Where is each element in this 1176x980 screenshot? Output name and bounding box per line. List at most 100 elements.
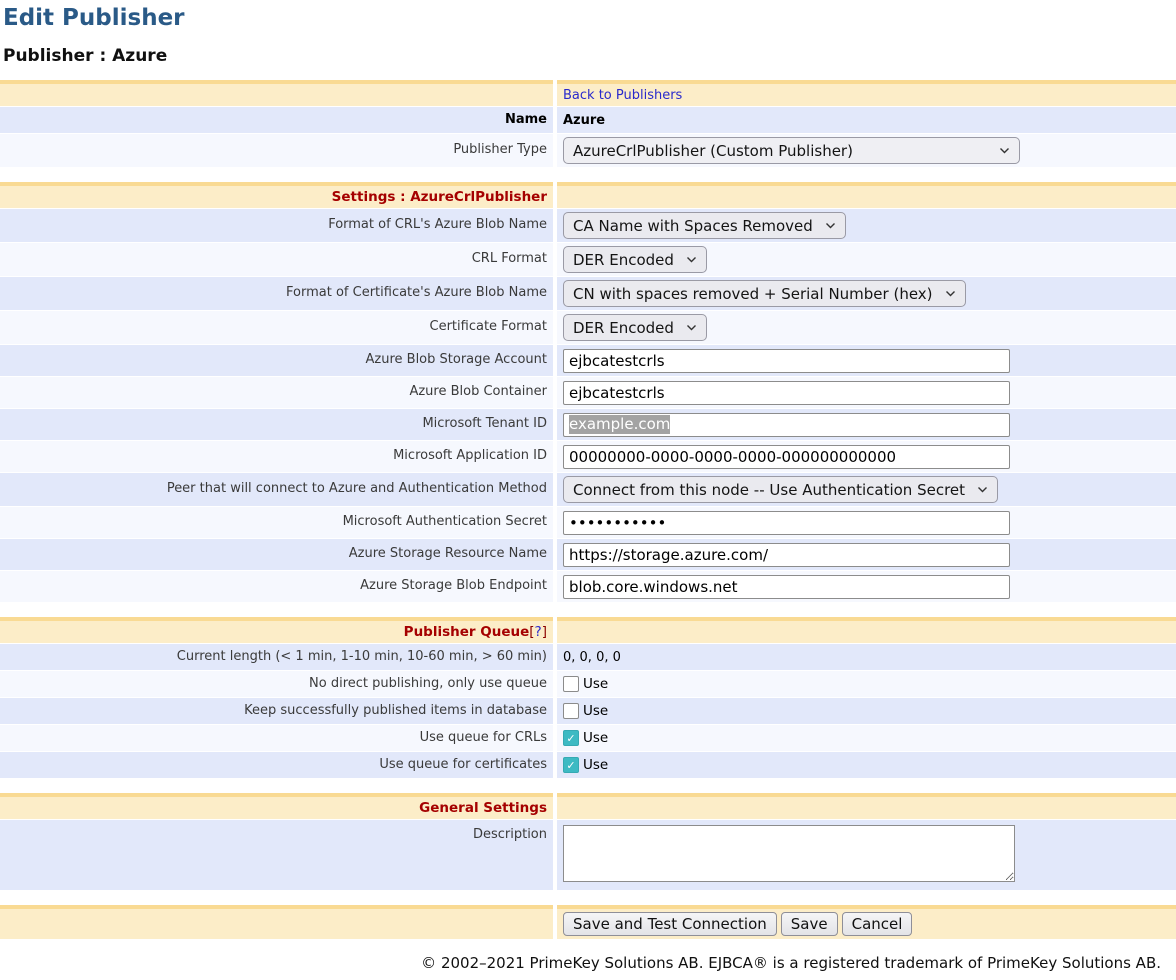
table-row: Format of Certificate's Azure Blob Name …	[0, 277, 1176, 310]
cancel-button[interactable]: Cancel	[842, 912, 913, 936]
crl-blob-format-cell: CA Name with Spaces Removed	[557, 209, 1176, 242]
table-row: Peer that will connect to Azure and Auth…	[0, 473, 1176, 506]
publisher-type-select[interactable]: AzureCrlPublisher (Custom Publisher)	[563, 137, 1020, 164]
table-row: Publisher Queue[?]	[0, 617, 1176, 643]
publisher-type-label: Publisher Type	[0, 134, 553, 167]
table-row: Name Azure	[0, 107, 1176, 133]
queue-certs-cell: ✓ Use	[557, 752, 1176, 778]
resource-name-cell	[557, 539, 1176, 570]
cert-format-label: Certificate Format	[0, 311, 553, 344]
no-direct-publishing-cell: Use	[557, 671, 1176, 697]
selected-option-label: AzureCrlPublisher (Custom Publisher)	[573, 142, 853, 160]
cert-format-cell: DER Encoded	[557, 311, 1176, 344]
crl-format-label: CRL Format	[0, 243, 553, 276]
selected-option-label: CN with spaces removed + Serial Number (…	[573, 285, 933, 303]
table-row: Publisher Type AzureCrlPublisher (Custom…	[0, 134, 1176, 167]
back-to-publishers-link[interactable]: Back to Publishers	[563, 88, 682, 103]
resource-name-label: Azure Storage Resource Name	[0, 539, 553, 570]
peer-method-label: Peer that will connect to Azure and Auth…	[0, 473, 553, 506]
keep-published-cell: Use	[557, 698, 1176, 724]
table-row: Description	[0, 820, 1176, 890]
tenant-id-field[interactable]: example.com	[563, 413, 1010, 437]
blob-container-label: Azure Blob Container	[0, 377, 553, 408]
table-row: Use queue for CRLs ✓ Use	[0, 725, 1176, 751]
selected-option-label: DER Encoded	[573, 319, 674, 337]
queue-certs-checkbox[interactable]: ✓	[563, 757, 579, 773]
cert-blob-format-select[interactable]: CN with spaces removed + Serial Number (…	[563, 280, 966, 307]
cert-blob-format-label: Format of Certificate's Azure Blob Name	[0, 277, 553, 310]
description-cell	[557, 820, 1176, 890]
table-row: Azure Blob Storage Account	[0, 345, 1176, 376]
resource-name-field[interactable]	[563, 543, 1010, 567]
table-row: General Settings	[0, 793, 1176, 819]
current-length-value: 0, 0, 0, 0	[557, 644, 1176, 670]
current-length-label: Current length (< 1 min, 1-10 min, 10-60…	[0, 644, 553, 670]
table-row: Azure Blob Container	[0, 377, 1176, 408]
no-direct-publishing-label: No direct publishing, only use queue	[0, 671, 553, 697]
crl-format-select[interactable]: DER Encoded	[563, 246, 707, 273]
blob-container-cell	[557, 377, 1176, 408]
tenant-id-label: Microsoft Tenant ID	[0, 409, 553, 440]
general-settings-table: General Settings Description	[0, 793, 1176, 890]
table-row: Microsoft Application ID	[0, 441, 1176, 472]
selected-option-label: CA Name with Spaces Removed	[573, 217, 813, 235]
keep-published-checkbox[interactable]	[563, 703, 579, 719]
cert-format-select[interactable]: DER Encoded	[563, 314, 707, 341]
checkbox-label: Use	[583, 703, 608, 719]
crl-blob-format-select[interactable]: CA Name with Spaces Removed	[563, 212, 846, 239]
table-row: Azure Storage Blob Endpoint	[0, 571, 1176, 602]
queue-crls-checkbox[interactable]: ✓	[563, 730, 579, 746]
chevron-down-icon	[686, 324, 697, 331]
application-id-label: Microsoft Application ID	[0, 441, 553, 472]
table-row: Save and Test Connection Save Cancel	[0, 905, 1176, 939]
crl-format-cell: DER Encoded	[557, 243, 1176, 276]
header-cell	[557, 617, 1176, 643]
selected-option-label: DER Encoded	[573, 251, 674, 269]
table-row: CRL Format DER Encoded	[0, 243, 1176, 276]
header-cell	[557, 182, 1176, 208]
table-row: Certificate Format DER Encoded	[0, 311, 1176, 344]
table-row: Back to Publishers	[0, 80, 1176, 106]
save-and-test-button[interactable]: Save and Test Connection	[563, 912, 777, 936]
header-cell: Back to Publishers	[557, 80, 1176, 106]
help-bracket-close: ]	[542, 624, 547, 640]
blob-container-field[interactable]	[563, 381, 1010, 405]
name-label: Name	[0, 107, 553, 133]
blob-endpoint-field[interactable]	[563, 575, 1010, 599]
peer-method-select[interactable]: Connect from this node -- Use Authentica…	[563, 476, 998, 503]
application-id-field[interactable]	[563, 445, 1010, 469]
publisher-queue-table: Publisher Queue[?] Current length (< 1 m…	[0, 617, 1176, 778]
help-link[interactable]: ?	[535, 624, 542, 640]
page-title: Edit Publisher	[3, 5, 1176, 31]
queue-certs-label: Use queue for certificates	[0, 752, 553, 778]
chevron-down-icon	[999, 147, 1010, 154]
crl-blob-format-label: Format of CRL's Azure Blob Name	[0, 209, 553, 242]
chevron-down-icon	[686, 256, 697, 263]
blob-endpoint-cell	[557, 571, 1176, 602]
application-id-cell	[557, 441, 1176, 472]
auth-secret-field[interactable]	[563, 511, 1010, 535]
settings-table: Settings : AzureCrlPublisher Format of C…	[0, 182, 1176, 602]
header-spacer-cell	[0, 80, 553, 106]
checkbox-label: Use	[583, 730, 608, 746]
table-row: Current length (< 1 min, 1-10 min, 10-60…	[0, 644, 1176, 670]
copyright-footer: © 2002–2021 PrimeKey Solutions AB. EJBCA…	[0, 954, 1176, 972]
cert-blob-format-cell: CN with spaces removed + Serial Number (…	[557, 277, 1176, 310]
checkbox-label: Use	[583, 676, 608, 692]
table-row: Format of CRL's Azure Blob Name CA Name …	[0, 209, 1176, 242]
table-row: Azure Storage Resource Name	[0, 539, 1176, 570]
table-row: Use queue for certificates ✓ Use	[0, 752, 1176, 778]
queue-section-title: Publisher Queue	[404, 624, 530, 640]
auth-secret-cell	[557, 507, 1176, 538]
actions-table: Save and Test Connection Save Cancel	[0, 905, 1176, 939]
table-row: No direct publishing, only use queue Use	[0, 671, 1176, 697]
auth-secret-label: Microsoft Authentication Secret	[0, 507, 553, 538]
blob-endpoint-label: Azure Storage Blob Endpoint	[0, 571, 553, 602]
keep-published-label: Keep successfully published items in dat…	[0, 698, 553, 724]
description-textarea[interactable]	[563, 825, 1015, 882]
no-direct-publishing-checkbox[interactable]	[563, 676, 579, 692]
settings-section-title: Settings : AzureCrlPublisher	[0, 182, 553, 208]
table-row: Settings : AzureCrlPublisher	[0, 182, 1176, 208]
storage-account-field[interactable]	[563, 349, 1010, 373]
save-button[interactable]: Save	[781, 912, 838, 936]
